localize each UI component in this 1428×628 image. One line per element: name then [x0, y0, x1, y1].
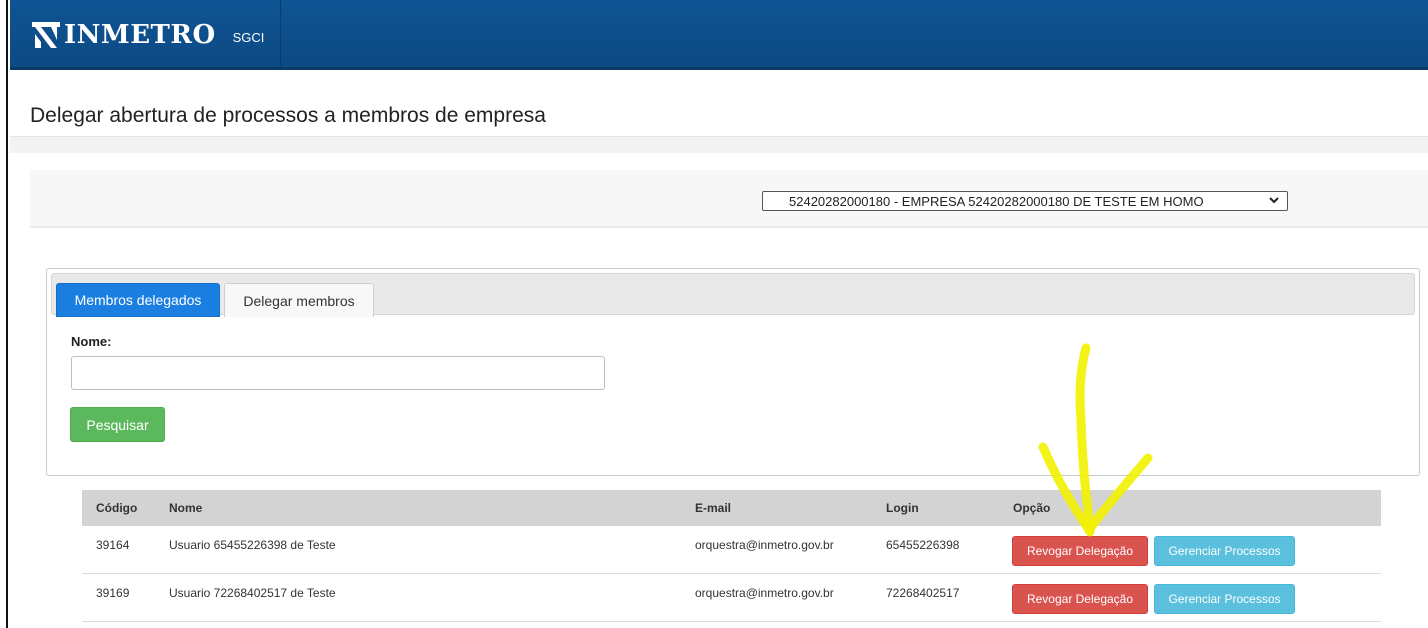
- company-filter-bar: 52420282000180 - EMPRESA 52420282000180 …: [30, 170, 1428, 228]
- manage-processes-button[interactable]: Gerenciar Processos: [1154, 536, 1295, 566]
- cell-codigo: 39169: [96, 586, 130, 600]
- header-nome: Nome: [169, 501, 203, 515]
- company-select[interactable]: 52420282000180 - EMPRESA 52420282000180 …: [762, 191, 1288, 211]
- header-opcao: Opção: [1013, 501, 1051, 515]
- cell-login: 65455226398: [886, 538, 960, 552]
- header-email: E-mail: [695, 501, 732, 515]
- inmetro-logo[interactable]: INMETRO: [32, 20, 216, 50]
- cell-nome: Usuario 72268402517 de Teste: [169, 586, 336, 600]
- tab-delegar-membros[interactable]: Delegar membros: [224, 283, 374, 317]
- table-row: 39164 Usuario 65455226398 de Teste orque…: [82, 526, 1381, 574]
- name-input[interactable]: [71, 356, 605, 390]
- members-table: Código Nome E-mail Login Opção 39164 Usu…: [82, 490, 1381, 622]
- inmetro-logo-icon: [32, 22, 60, 48]
- cell-codigo: 39164: [96, 538, 130, 552]
- page-title: Delegar abertura de processos a membros …: [30, 104, 546, 127]
- cell-login: 72268402517: [886, 586, 960, 600]
- header-login: Login: [886, 501, 919, 515]
- chevron-down-icon: [1269, 193, 1279, 210]
- manage-processes-button[interactable]: Gerenciar Processos: [1154, 584, 1295, 614]
- company-select-value: 52420282000180 - EMPRESA 52420282000180 …: [789, 193, 1204, 209]
- cell-email: orquestra@inmetro.gov.br: [695, 538, 834, 552]
- name-label: Nome:: [71, 334, 112, 349]
- revoke-delegation-button[interactable]: Revogar Delegação: [1012, 584, 1148, 614]
- cell-nome: Usuario 65455226398 de Teste: [169, 538, 336, 552]
- cell-email: orquestra@inmetro.gov.br: [695, 586, 834, 600]
- logo-text: INMETRO: [64, 20, 216, 50]
- members-panel: Membros delegados Delegar membros Nome: …: [46, 268, 1420, 476]
- revoke-delegation-button[interactable]: Revogar Delegação: [1012, 536, 1148, 566]
- top-navbar: INMETRO SGCI: [10, 0, 1428, 70]
- window-left-border: [0, 0, 8, 628]
- tab-bar: Membros delegados Delegar membros: [51, 273, 1415, 317]
- table-row: 39169 Usuario 72268402517 de Teste orque…: [82, 574, 1381, 622]
- search-button[interactable]: Pesquisar: [70, 407, 165, 442]
- title-separator: [10, 136, 1428, 153]
- header-codigo: Código: [96, 501, 138, 515]
- table-header: Código Nome E-mail Login Opção: [82, 490, 1381, 526]
- tab-membros-delegados[interactable]: Membros delegados: [56, 283, 220, 317]
- nav-item-sgci[interactable]: SGCI: [217, 0, 281, 67]
